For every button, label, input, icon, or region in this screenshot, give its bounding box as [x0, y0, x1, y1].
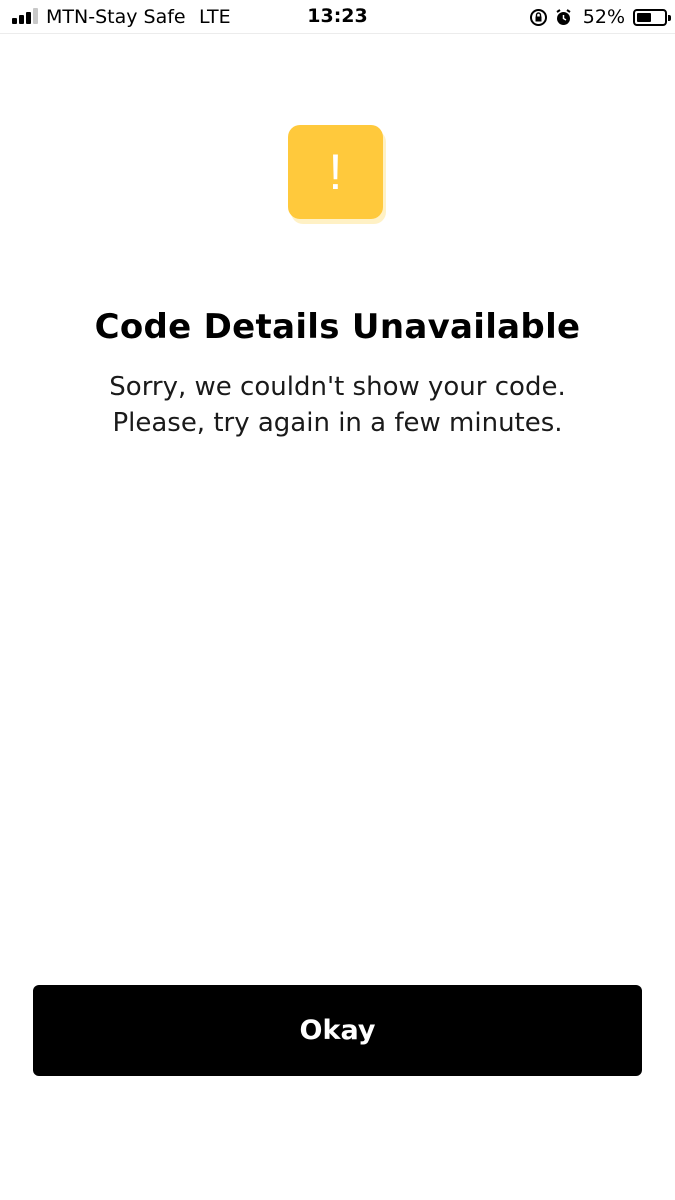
status-indicators: 52%: [529, 6, 671, 28]
alarm-icon: [554, 8, 573, 27]
exclamation-icon: !: [328, 144, 343, 200]
error-message-line-1: Sorry, we couldn't show your code.: [109, 372, 566, 402]
battery-icon: [633, 8, 671, 26]
battery-percent: 52%: [582, 6, 625, 28]
warning-badge: !: [288, 125, 383, 219]
okay-button[interactable]: Okay: [33, 985, 642, 1076]
page-title: Code Details Unavailable: [94, 307, 581, 347]
error-message: Sorry, we couldn't show your code. Pleas…: [0, 369, 675, 441]
screen: MTN-Stay Safe LTE 13:23 52% ! Code Detai…: [0, 0, 675, 1200]
error-message-line-2: Please, try again in a few minutes.: [112, 408, 563, 438]
rotation-lock-icon: [529, 8, 548, 27]
status-bar: MTN-Stay Safe LTE 13:23 52%: [0, 0, 675, 34]
battery-fill: [637, 12, 651, 22]
